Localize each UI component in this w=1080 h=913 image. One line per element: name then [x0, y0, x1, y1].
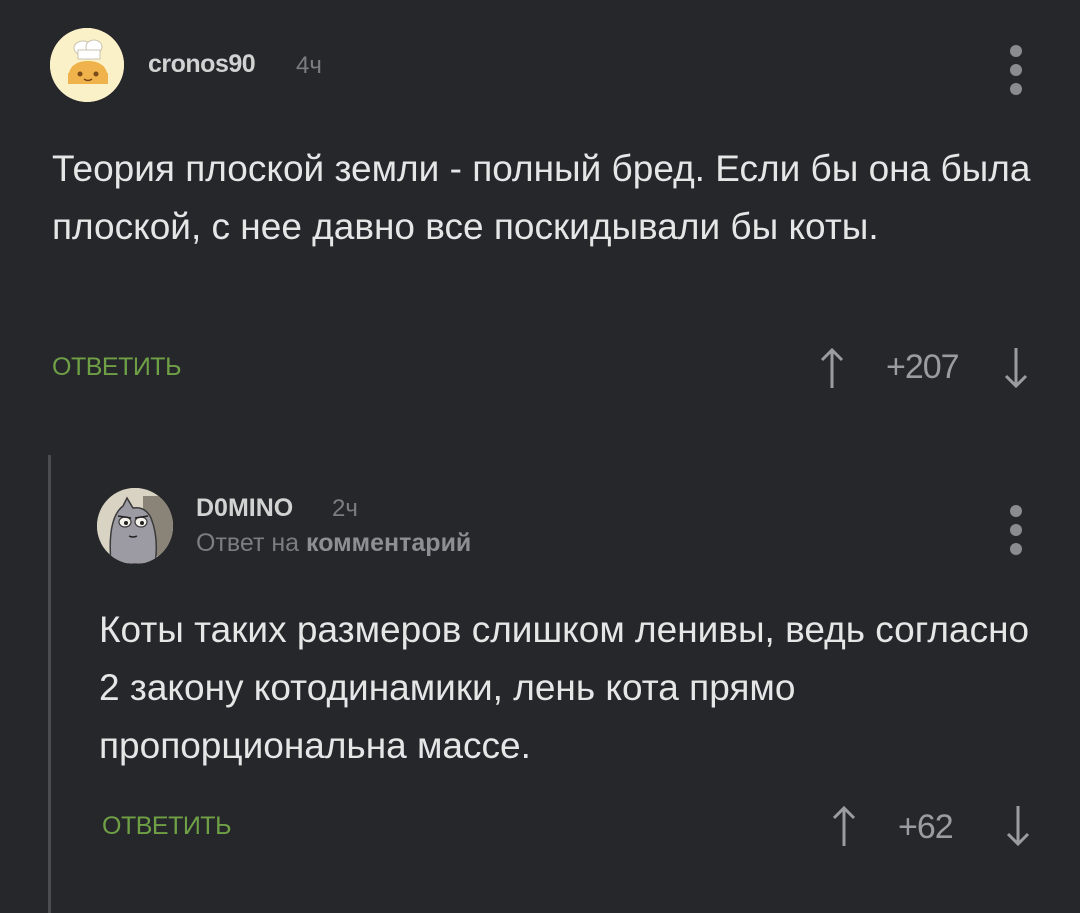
avatar-image — [50, 28, 124, 102]
arrow-down-icon[interactable] — [1006, 804, 1030, 848]
reply-to-link[interactable]: комментарий — [306, 529, 471, 557]
more-vertical-icon[interactable] — [1008, 45, 1024, 95]
avatar-image — [97, 488, 173, 564]
timestamp: 2ч — [332, 495, 358, 522]
username[interactable]: cronos90 — [148, 50, 256, 79]
reply-button[interactable]: ОТВЕТИТЬ — [52, 353, 181, 382]
reply-button[interactable]: ОТВЕТИТЬ — [102, 812, 231, 841]
arrow-up-icon[interactable] — [820, 346, 844, 390]
vote-score: +62 — [898, 808, 954, 846]
arrow-down-icon[interactable] — [1004, 346, 1028, 390]
avatar[interactable] — [97, 488, 173, 564]
comment-text: Теория плоской земли - полный бред. Если… — [52, 148, 1031, 247]
username[interactable]: D0MINO — [196, 494, 293, 523]
comment: cronos90 4ч Теория плоской земли - полны… — [0, 0, 1080, 430]
reply-comment: D0MINO 2ч Ответ на комментарий Коты таки… — [0, 455, 1080, 913]
timestamp: 4ч — [296, 52, 322, 79]
arrow-up-icon[interactable] — [832, 804, 856, 848]
avatar[interactable] — [50, 28, 124, 102]
reply-to-prefix: Ответ на — [196, 529, 300, 557]
comment-text: Коты таких размеров слишком ленивы, ведь… — [99, 609, 1030, 766]
vote-score: +207 — [886, 348, 960, 386]
more-vertical-icon[interactable] — [1008, 505, 1024, 555]
reply-to-line: Ответ на комментарий — [196, 529, 471, 558]
